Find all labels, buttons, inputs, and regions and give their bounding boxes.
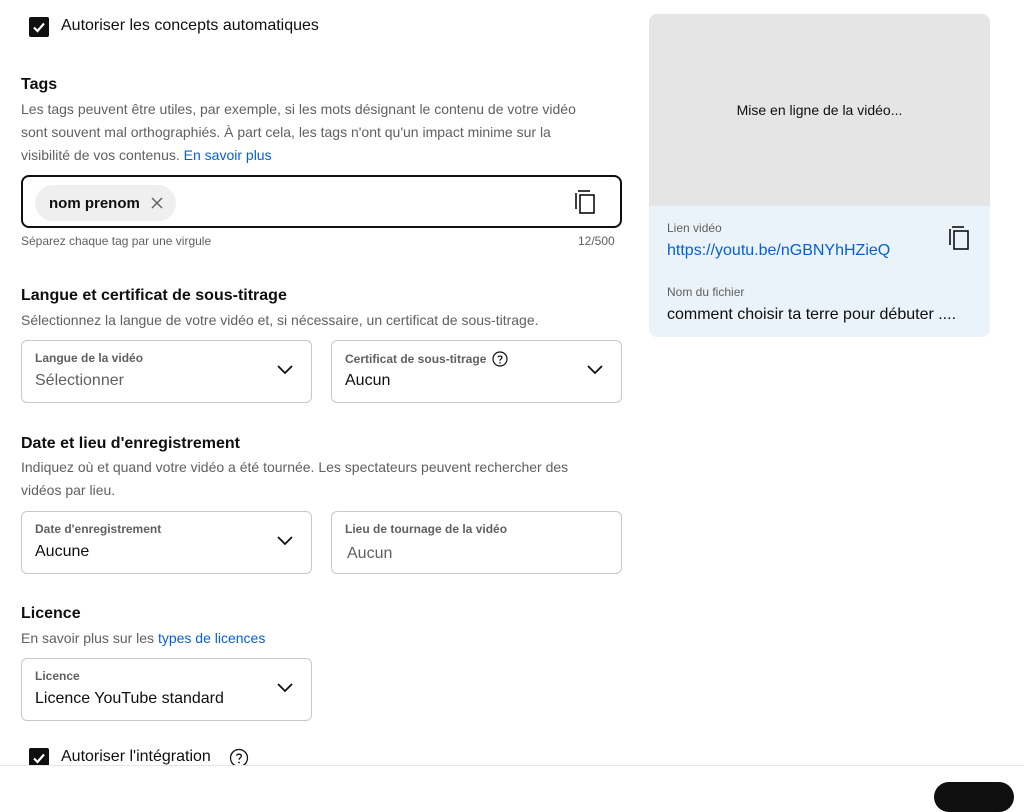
license-title: Licence xyxy=(21,605,81,622)
filename-value: comment choisir ta terre pour débuter ..… xyxy=(667,306,957,323)
tag-chip: nom prenom xyxy=(35,185,176,221)
caption-cert-select[interactable]: Certificat de sous-titrage Aucun xyxy=(331,340,622,403)
recording-date-label: Date d'enregistrement xyxy=(35,522,162,536)
video-preview-panel: Mise en ligne de la vidéo... Lien vidéo … xyxy=(649,14,990,337)
video-language-select[interactable]: Langue de la vidéo Sélectionner xyxy=(21,340,312,403)
auto-concepts-checkbox[interactable] xyxy=(29,17,49,37)
recording-title: Date et lieu d'enregistrement xyxy=(21,435,240,452)
tags-description: Les tags peuvent être utiles, par exempl… xyxy=(21,98,601,167)
location-field[interactable]: Lieu de tournage de la vidéo Aucun xyxy=(331,511,622,574)
check-icon xyxy=(33,22,45,33)
help-icon[interactable] xyxy=(492,351,508,367)
license-description-text: En savoir plus sur les xyxy=(21,630,155,646)
location-label: Lieu de tournage de la vidéo xyxy=(345,522,508,536)
language-description: Sélectionnez la langue de votre vidéo et… xyxy=(21,312,539,328)
upload-status: Mise en ligne de la vidéo... xyxy=(736,102,903,118)
location-placeholder: Aucun xyxy=(347,545,393,562)
recording-date-select[interactable]: Date d'enregistrement Aucune xyxy=(21,511,312,574)
video-language-value: Sélectionner xyxy=(35,372,124,389)
video-link-label: Lien vidéo xyxy=(667,221,722,235)
tags-input[interactable]: nom prenom xyxy=(21,175,622,228)
close-icon[interactable] xyxy=(150,196,164,210)
embedding-label: Autoriser l'intégration xyxy=(61,748,211,765)
video-language-label: Langue de la vidéo xyxy=(35,351,144,365)
caption-cert-label-row: Certificat de sous-titrage xyxy=(345,351,508,367)
license-description: En savoir plus sur les types de licences xyxy=(21,627,265,650)
chevron-down-icon xyxy=(277,365,293,375)
chevron-down-icon xyxy=(277,683,293,693)
license-types-link[interactable]: types de licences xyxy=(158,630,265,646)
caption-cert-label: Certificat de sous-titrage xyxy=(345,352,487,366)
chevron-down-icon xyxy=(587,365,603,375)
copy-icon[interactable] xyxy=(574,189,596,215)
video-thumbnail: Mise en ligne de la vidéo... xyxy=(649,14,990,206)
footer-bar xyxy=(0,765,1024,790)
chevron-down-icon xyxy=(277,536,293,546)
caption-cert-value: Aucun xyxy=(345,372,391,389)
license-value: Licence YouTube standard xyxy=(35,690,224,707)
language-title: Langue et certificat de sous-titrage xyxy=(21,287,287,304)
license-label: Licence xyxy=(35,669,80,683)
recording-date-value: Aucune xyxy=(35,543,90,560)
save-button[interactable] xyxy=(934,782,1014,812)
tags-learn-more-link[interactable]: En savoir plus xyxy=(184,147,272,163)
auto-concepts-label: Autoriser les concepts automatiques xyxy=(61,17,319,34)
tag-chip-label: nom prenom xyxy=(49,194,140,212)
recording-description: Indiquez où et quand votre vidéo a été t… xyxy=(21,459,569,498)
tags-description-text: Les tags peuvent être utiles, par exempl… xyxy=(21,101,576,163)
video-link[interactable]: https://youtu.be/nGBNYhHZieQ xyxy=(667,242,890,260)
tags-title: Tags xyxy=(21,76,58,93)
filename-label: Nom du fichier xyxy=(667,285,745,299)
license-select[interactable]: Licence Licence YouTube standard xyxy=(21,658,312,721)
copy-icon[interactable] xyxy=(948,225,970,251)
tags-hint: Séparez chaque tag par une virgule xyxy=(21,234,212,248)
tags-count: 12/500 xyxy=(578,234,615,248)
check-icon xyxy=(33,753,45,764)
